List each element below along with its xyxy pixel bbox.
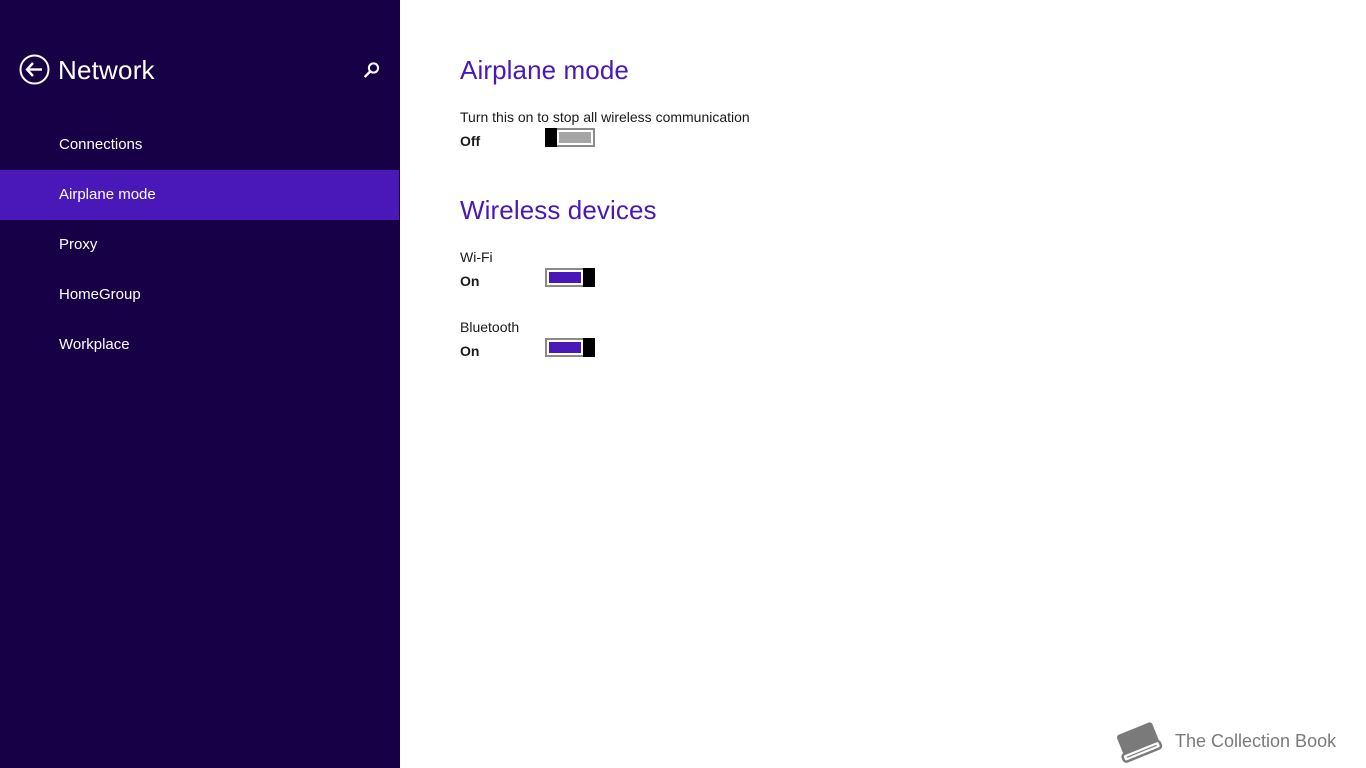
back-arrow-circle-icon [19, 54, 50, 85]
wireless-devices-heading: Wireless devices [460, 195, 657, 225]
toggle-track [549, 342, 581, 353]
airplane-mode-setting: Turn this on to stop all wireless commun… [460, 108, 750, 158]
main-content: Airplane mode Turn this on to stop all w… [400, 0, 1366, 768]
sidebar-item-homegroup[interactable]: HomeGroup [0, 270, 400, 320]
toggle-track [559, 132, 591, 143]
wifi-label: Wi-Fi [460, 249, 493, 265]
bluetooth-setting: Bluetooth On [460, 318, 657, 368]
sidebar-nav: Connections Airplane mode Proxy HomeGrou… [0, 120, 400, 370]
toggle-thumb[interactable] [583, 268, 595, 287]
sidebar-item-workplace[interactable]: Workplace [0, 320, 400, 370]
bluetooth-label: Bluetooth [460, 319, 520, 335]
settings-app: Network Connections Airplane mode Proxy … [0, 0, 1366, 768]
sidebar-item-label: Connections [59, 136, 143, 153]
sidebar-item-airplane-mode[interactable]: Airplane mode [0, 170, 399, 220]
sidebar-item-label: HomeGroup [59, 286, 141, 303]
search-button[interactable] [363, 61, 381, 79]
toggle-track [549, 272, 581, 283]
toggle-thumb[interactable] [583, 338, 595, 357]
airplane-mode-description: Turn this on to stop all wireless commun… [460, 109, 750, 125]
airplane-mode-toggle[interactable] [545, 128, 595, 147]
book-icon [1116, 722, 1163, 763]
wifi-setting: Wi-Fi On [460, 248, 657, 298]
sidebar-item-proxy[interactable]: Proxy [0, 220, 400, 270]
sidebar: Network Connections Airplane mode Proxy … [0, 0, 400, 768]
watermark: The Collection Book [1110, 718, 1346, 766]
search-icon [363, 62, 380, 78]
back-button[interactable] [19, 54, 50, 85]
sidebar-item-label: Airplane mode [59, 186, 156, 203]
page-title: Network [58, 55, 155, 85]
toggle-thumb[interactable] [545, 128, 557, 147]
sidebar-item-label: Proxy [59, 236, 98, 253]
airplane-mode-section: Airplane mode Turn this on to stop all w… [460, 54, 750, 158]
bluetooth-state: On [460, 343, 480, 359]
wireless-devices-section: Wireless devices Wi-Fi On Bluetooth On [460, 194, 657, 368]
sidebar-header: Network [19, 53, 381, 87]
bluetooth-toggle[interactable] [545, 338, 595, 357]
airplane-mode-state: Off [460, 133, 481, 149]
airplane-mode-heading: Airplane mode [460, 55, 629, 85]
sidebar-item-connections[interactable]: Connections [0, 120, 400, 170]
watermark-text: The Collection Book [1175, 731, 1337, 751]
wifi-state: On [460, 273, 480, 289]
sidebar-item-label: Workplace [59, 336, 130, 353]
wifi-toggle[interactable] [545, 268, 595, 287]
